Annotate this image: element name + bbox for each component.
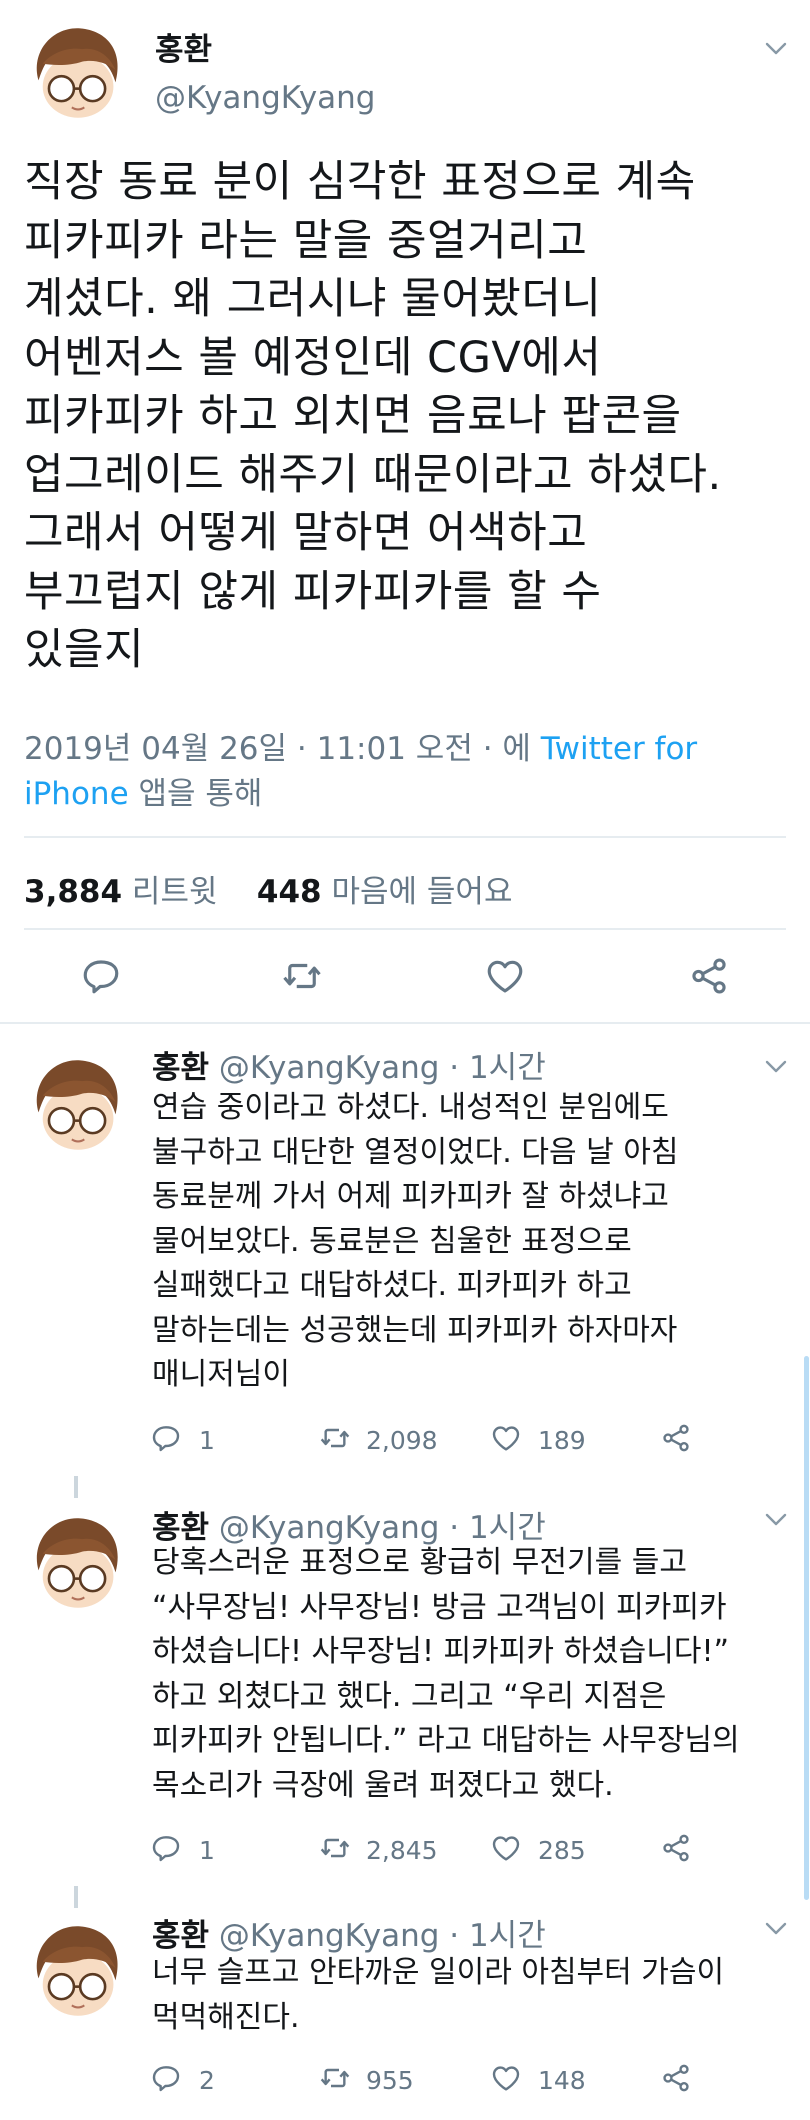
tweet-line: 피카피카 라는 말을 중얼거리고 (24, 215, 588, 266)
reply-icon[interactable] (150, 1422, 182, 1454)
tweet-line: 계셨다. 왜 그러시냐 물어봤더니 (24, 274, 602, 324)
author-handle[interactable]: @KyangKyang (219, 1050, 439, 1086)
reply-line: 말하는데는 성공했는데 피카피카 하자마자 (152, 1312, 678, 1348)
reply-text: 너무 슬프고 안타까운 일이라 아침부터 가슴이 먹먹해진다. (152, 1951, 802, 2040)
reply-line: 하고 외쳤다고 했다. 그리고 “우리 지점은 (152, 1678, 667, 1714)
tweet-meta: 2019년 04월 26일 · 11:01 오전 · 에 Twitter for… (24, 727, 784, 817)
avatar[interactable] (24, 1918, 128, 2022)
reply-line: 불구하고 대단한 열정이었다. 다음 날 아침 (152, 1134, 679, 1170)
reply-line: “사무장님! 사무장님! 방금 고객님이 피카피카 (152, 1589, 727, 1625)
retweets-label: 리트윗 (131, 874, 218, 910)
author-name[interactable]: 홍환 (152, 1918, 209, 1954)
author-name[interactable]: 홍환 (155, 24, 212, 69)
thread-connector (74, 1476, 78, 1498)
like-icon[interactable] (490, 1832, 522, 1864)
reply-line: 너무 슬프고 안타까운 일이라 아침부터 가슴이 (152, 1955, 725, 1990)
share-icon[interactable] (660, 2062, 692, 2094)
author-handle[interactable]: @KyangKyang (219, 1918, 439, 1954)
thread-connector (74, 1886, 78, 1908)
tweet-line: 그래서 어떻게 말하면 어색하고 (24, 508, 588, 558)
retweet-count: 2,098 (366, 1426, 438, 1455)
reply-line: 매니저님이 (152, 1357, 290, 1392)
divider (24, 928, 786, 930)
chevron-down-icon[interactable] (765, 1513, 787, 1527)
tweet-line: 업그레이드 해주기 때문이라고 하셨다. (24, 449, 722, 500)
tweet-line: 피카피카 하고 외치면 음료나 팝콘을 (24, 391, 682, 441)
reply-line: 피카피카 안됩니다.” 라고 대답하는 사무장님의 (152, 1723, 740, 1758)
reply-time: · 1시간 (449, 1050, 546, 1086)
reply-line: 목소리가 극장에 울려 퍼졌다고 했다. (152, 1767, 614, 1803)
reply-line: 물어보았다. 동료분은 침울한 표정으로 (152, 1223, 632, 1259)
tweet-text: 직장 동료 분이 심각한 표정으로 계속 피카피카 라는 말을 중얼거리고 계셨… (24, 153, 804, 680)
source-link-cont[interactable]: iPhone (24, 776, 129, 812)
reply-text: 당혹스러운 표정으로 황급히 무전기를 들고 “사무장님! 사무장님! 방금 고… (152, 1541, 802, 1808)
share-icon[interactable] (660, 1422, 692, 1454)
retweets-count: 3,884 (24, 874, 123, 910)
retweets-stat[interactable]: 3,884 리트윗 (24, 874, 217, 910)
likes-count: 448 (256, 874, 322, 910)
retweet-icon[interactable] (318, 2062, 352, 2094)
source-suffix: 앱을 통해 (128, 776, 263, 812)
like-count: 148 (538, 2066, 586, 2095)
share-icon[interactable] (688, 955, 730, 997)
reply-header: 홍환 @KyangKyang · 1시간 (152, 1910, 546, 1955)
like-count: 189 (538, 1426, 586, 1455)
like-icon[interactable] (490, 1422, 522, 1454)
divider (0, 1022, 810, 1024)
reply-line: 하셨습니다! 사무장님! 피카피카 하셨습니다!” (152, 1634, 730, 1669)
reply-time: · 1시간 (449, 1918, 546, 1954)
reply-line: 동료분께 가서 어제 피카피카 잘 하셨냐고 (152, 1179, 669, 1214)
tweet-line: 어벤저스 볼 예정인데 CGV에서 (24, 332, 602, 383)
share-icon[interactable] (660, 1832, 692, 1864)
reply-line: 실패했다고 대답하셨다. 피카피카 하고 (152, 1268, 632, 1303)
chevron-down-icon[interactable] (765, 1060, 787, 1074)
reply-line: 당혹스러운 표정으로 황급히 무전기를 들고 (152, 1545, 687, 1580)
reply-icon[interactable] (80, 955, 122, 997)
reply-icon[interactable] (150, 2062, 182, 2094)
reply-line: 연습 중이라고 하셨다. 내성적인 분임에도 (152, 1090, 669, 1125)
likes-stat[interactable]: 448 마음에 들어요 (257, 874, 513, 910)
reply-count: 1 (199, 1836, 215, 1865)
reply-text: 연습 중이라고 하셨다. 내성적인 분임에도 불구하고 대단한 열정이었다. 다… (152, 1086, 792, 1398)
retweet-icon[interactable] (318, 1422, 352, 1454)
tweet-line: 있을지 (24, 625, 145, 675)
chevron-down-icon[interactable] (765, 1922, 787, 1936)
retweet-count: 955 (366, 2066, 414, 2095)
retweet-icon[interactable] (281, 955, 323, 997)
divider (24, 836, 786, 838)
reply-count: 1 (199, 1426, 215, 1455)
tweet-line: 직장 동료 분이 심각한 표정으로 계속 (24, 157, 696, 207)
chevron-down-icon[interactable] (765, 42, 787, 56)
scrollbar[interactable] (804, 1356, 809, 1900)
source-link[interactable]: Twitter for (541, 731, 697, 767)
tweet-timestamp: 2019년 04월 26일 · 11:01 오전 · 에 (24, 731, 541, 767)
likes-label: 마음에 들어요 (331, 874, 513, 910)
tweet-stats: 3,884 리트윗 448 마음에 들어요 (24, 866, 512, 911)
reply-line: 먹먹해진다. (152, 1999, 300, 2035)
avatar[interactable] (24, 1510, 128, 1614)
tweet-line: 부끄럽지 않게 피카피카를 할 수 (24, 566, 602, 617)
author-handle[interactable]: @KyangKyang (155, 80, 375, 116)
reply-header: 홍환 @KyangKyang · 1시간 (152, 1042, 546, 1087)
reply-icon[interactable] (150, 1832, 182, 1864)
like-count: 285 (538, 1836, 586, 1865)
retweet-count: 2,845 (366, 1836, 438, 1865)
like-icon[interactable] (490, 2062, 522, 2094)
reply-count: 2 (199, 2066, 215, 2095)
avatar[interactable] (24, 20, 128, 124)
avatar[interactable] (24, 1052, 128, 1156)
author-name[interactable]: 홍환 (152, 1050, 209, 1086)
retweet-icon[interactable] (318, 1832, 352, 1864)
like-icon[interactable] (484, 955, 526, 997)
